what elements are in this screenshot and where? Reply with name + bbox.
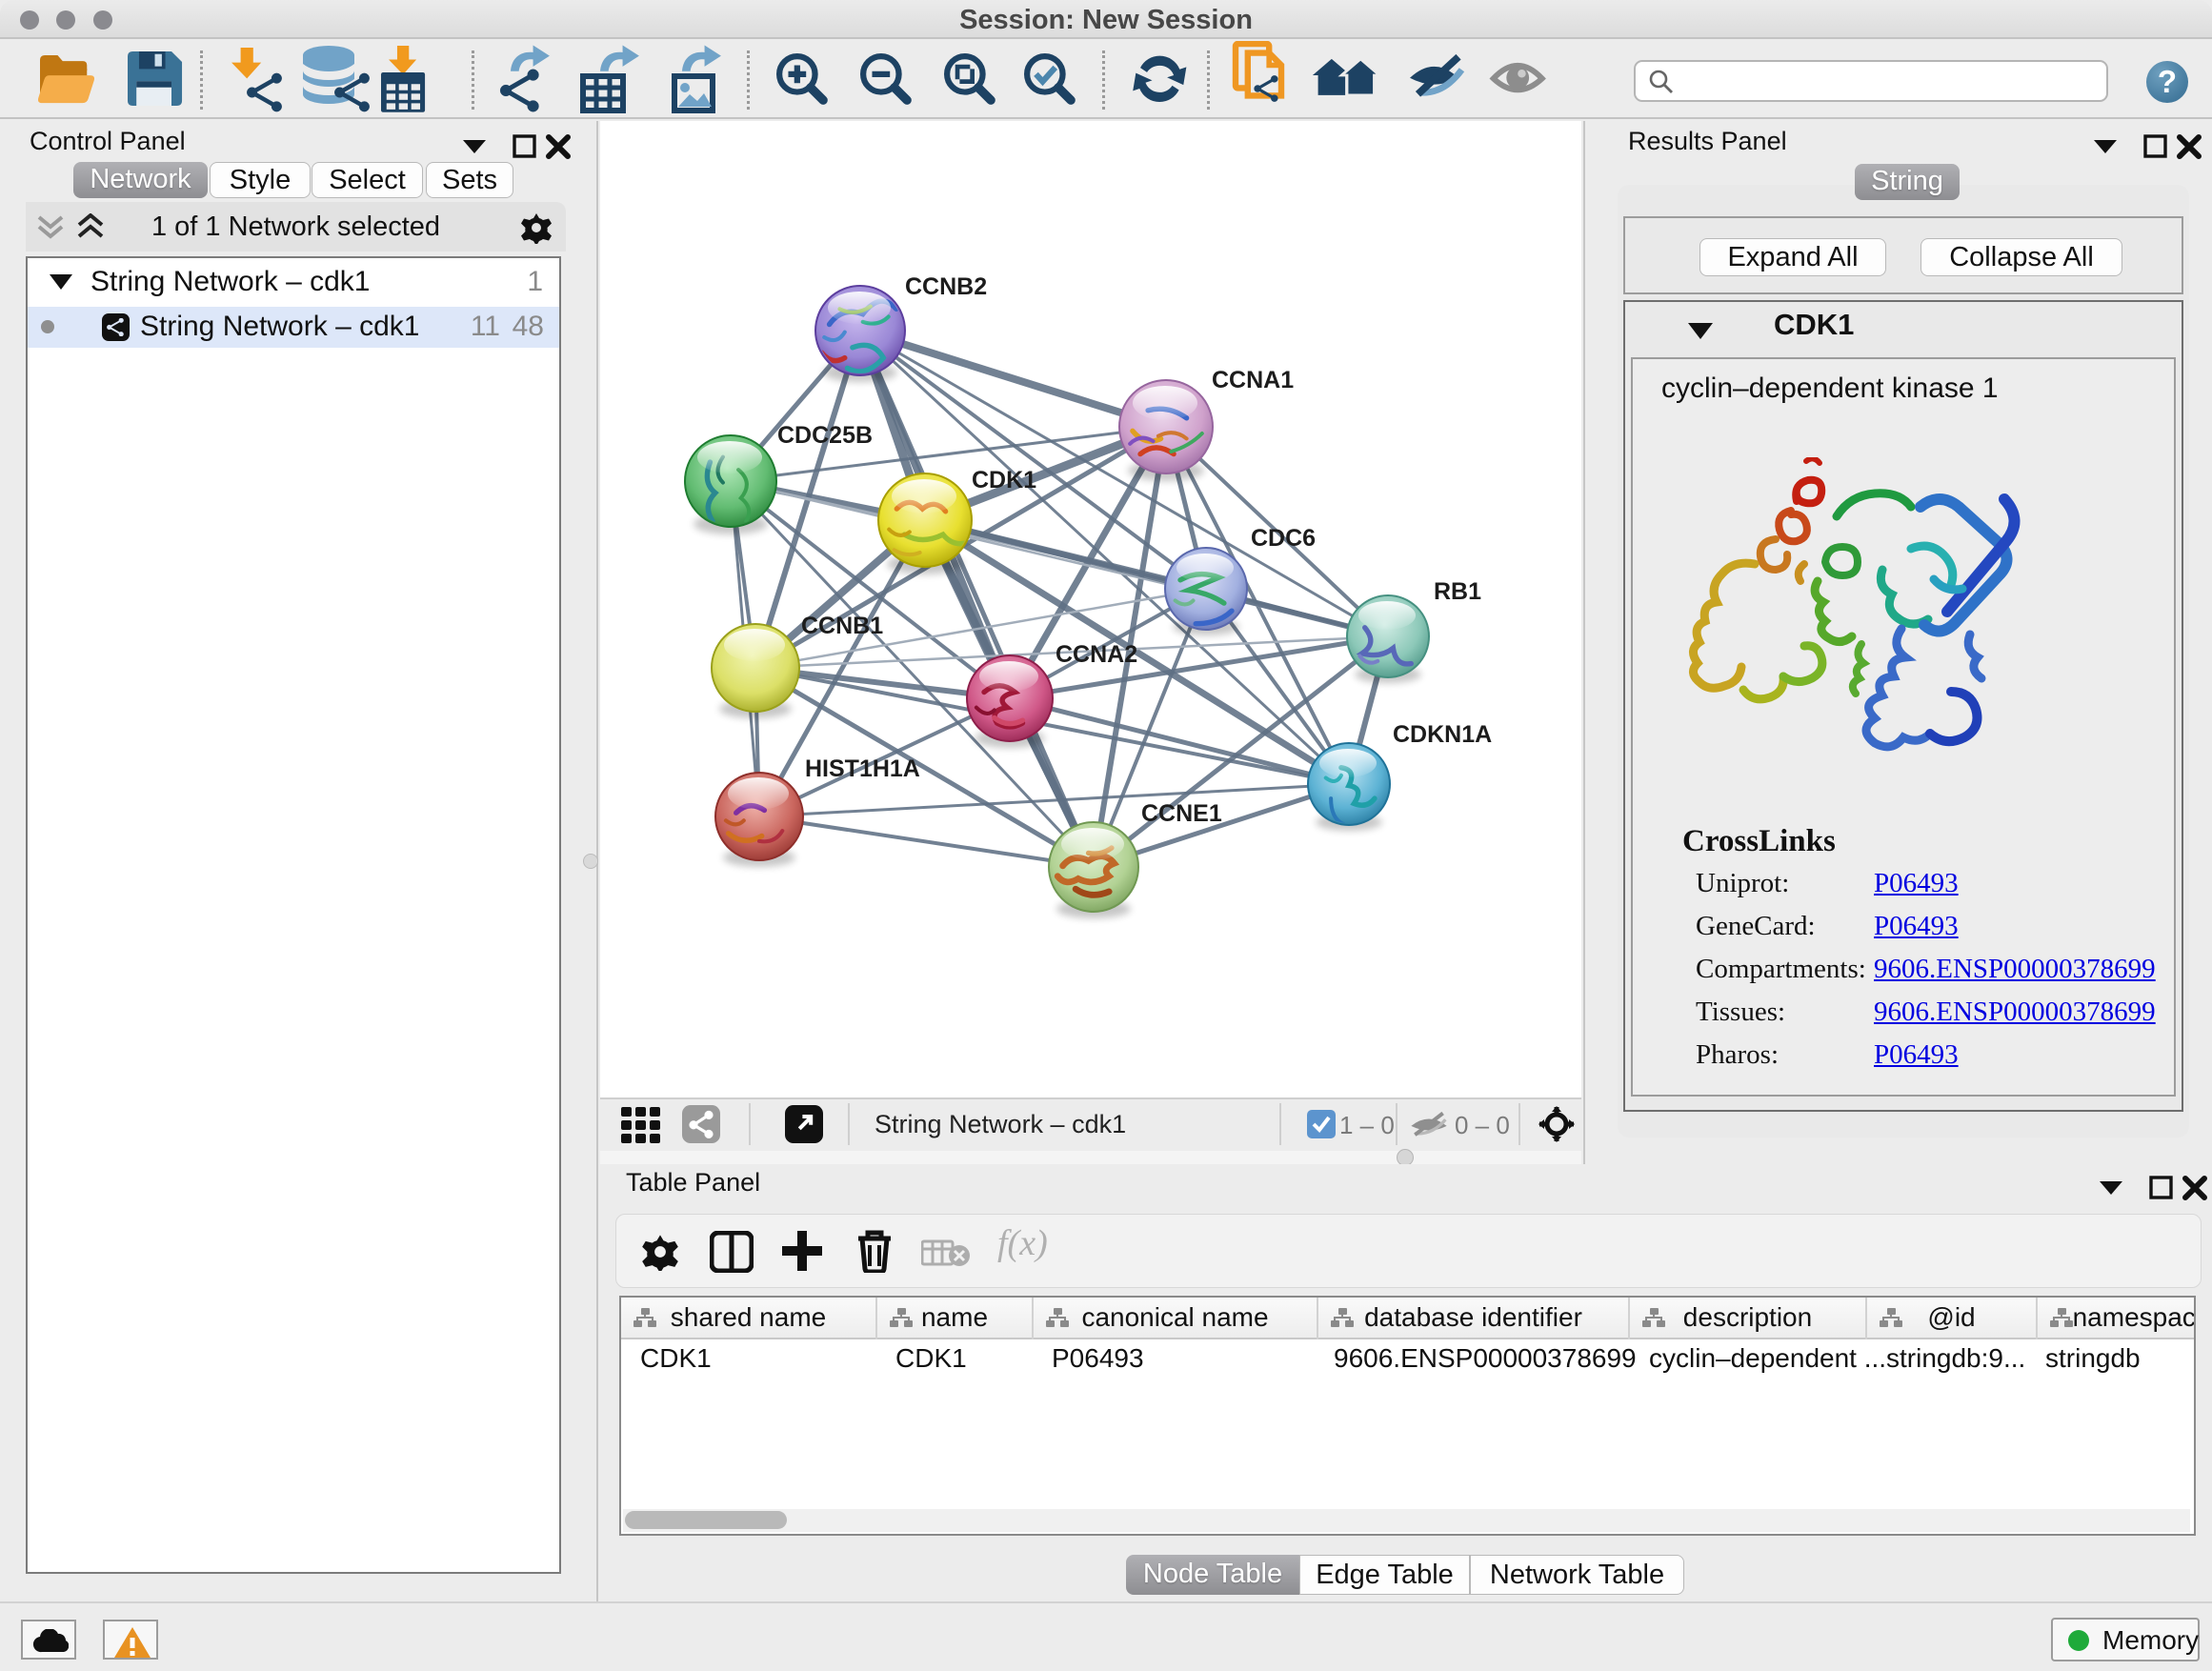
svg-text:CCNA1: CCNA1 bbox=[1212, 367, 1294, 393]
svg-text:CDC25B: CDC25B bbox=[777, 422, 873, 449]
svg-text:CCNB1: CCNB1 bbox=[801, 613, 883, 639]
svg-text:CDC6: CDC6 bbox=[1251, 525, 1316, 552]
svg-text:CCNB2: CCNB2 bbox=[905, 273, 987, 300]
svg-text:CCNA2: CCNA2 bbox=[1056, 641, 1137, 668]
svg-text:CCNE1: CCNE1 bbox=[1141, 800, 1222, 827]
svg-text:CDK1: CDK1 bbox=[972, 467, 1036, 493]
svg-text:RB1: RB1 bbox=[1434, 578, 1481, 605]
svg-text:CDKN1A: CDKN1A bbox=[1393, 721, 1492, 748]
svg-text:HIST1H1A: HIST1H1A bbox=[805, 755, 920, 782]
